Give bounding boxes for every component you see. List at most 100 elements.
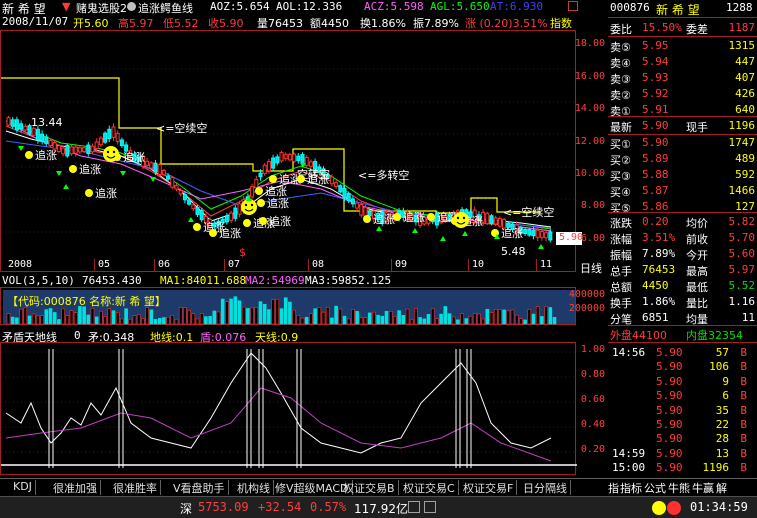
candle-body xyxy=(275,156,280,164)
candle-body xyxy=(544,232,549,239)
sell-volume: 640 xyxy=(735,103,755,116)
volume-bar xyxy=(103,316,107,325)
panel-tab[interactable]: 公式 xyxy=(644,480,666,496)
candle-body xyxy=(191,204,196,210)
stat-label: 振幅 xyxy=(610,249,632,262)
panel-tab[interactable]: 牛熊 xyxy=(668,480,690,496)
zhui-zhang-label: 追涨 xyxy=(123,150,145,164)
stat-value: 0.20 xyxy=(642,215,669,228)
panel-tab[interactable]: 指标 xyxy=(620,480,642,496)
zhui-zhang-label: 追涨 xyxy=(267,196,289,210)
osc-axis: 1.00 0.80 0.60 0.40 0.20 xyxy=(575,342,607,475)
signal-arrow-icon xyxy=(440,236,446,241)
buy-label: 买① xyxy=(610,138,631,151)
volume-bar xyxy=(443,306,448,325)
volume-bar xyxy=(372,311,376,325)
volume-bar xyxy=(233,296,238,325)
buy-label: 买③ xyxy=(610,170,631,183)
sell-label: 卖④ xyxy=(610,57,631,70)
formula-name[interactable]: 赌鬼选股2 xyxy=(76,0,127,16)
volume-bar xyxy=(409,319,414,325)
volume-bar xyxy=(166,317,170,325)
volume-bar xyxy=(65,315,70,325)
candle-body xyxy=(229,212,234,221)
price-chart-frame[interactable]: 13.44 5.48 <=空续空 <=空续空 <=多转空 空转空 追涨 追涨 追涨 追涨 追涨 追涨追… xyxy=(0,30,577,273)
volume-bar xyxy=(212,310,217,325)
bar-amount: 额4450 xyxy=(310,17,349,30)
indicator-tab[interactable]: 很准胜率 xyxy=(110,480,161,495)
candle-body xyxy=(65,144,70,157)
high-price-label: 13.44 xyxy=(31,116,63,129)
period-label[interactable]: 日线 xyxy=(580,260,602,276)
candle-body xyxy=(308,161,313,167)
panel-tab[interactable]: 解 xyxy=(716,480,727,496)
status-box-icon[interactable] xyxy=(408,501,420,513)
candle-body xyxy=(19,123,24,130)
zhui-zhang-dot-icon xyxy=(255,187,263,195)
volume-bar xyxy=(52,312,57,325)
indicator-tab[interactable]: 权证交易C xyxy=(400,480,459,495)
quote-short: 1288 xyxy=(726,1,753,14)
zhui-zhang-dot-icon xyxy=(259,217,267,225)
wei-bi-label: 委比 xyxy=(610,23,632,36)
panel-tab[interactable]: 指 xyxy=(608,480,619,496)
volume-bar xyxy=(15,317,19,325)
volume-bar xyxy=(510,309,515,325)
indicator-tab[interactable]: KDJ xyxy=(10,480,36,495)
stat-row: 涨跌 0.20 均价 5.82 xyxy=(608,214,757,230)
status-box-icon[interactable] xyxy=(424,501,436,513)
candle-body xyxy=(111,126,116,138)
volume-bar xyxy=(351,309,355,325)
sell-volume: 447 xyxy=(735,55,755,68)
signal-arrow-icon xyxy=(412,228,418,233)
price-tick: 16.00 xyxy=(574,71,605,82)
volume-bar xyxy=(376,314,380,325)
current-price-tag: 5.90 xyxy=(556,232,583,245)
indicator-tab[interactable]: V看盘助手 xyxy=(170,480,229,495)
volume-value: 76453.430 xyxy=(82,274,142,287)
osc-v0: 0 xyxy=(74,329,81,342)
indicator-name[interactable]: 追涨鳄鱼线 xyxy=(138,0,193,16)
price-tick: 6.00 xyxy=(580,233,605,244)
window-close-icon[interactable] xyxy=(568,1,578,11)
index-change: +32.54 xyxy=(258,500,302,514)
price-chart[interactable]: 13.445.48<=空续空<=空续空<=多转空空转空追涨追涨追涨追涨追涨追涨追… xyxy=(1,31,577,273)
volume-bar xyxy=(317,307,322,325)
time-divider xyxy=(308,259,309,272)
volume-bar xyxy=(27,315,32,325)
volume-ma3: MA3:59852.125 xyxy=(305,274,392,287)
indicator-tab[interactable]: 机构线 xyxy=(234,480,274,495)
panel-tab[interactable]: 牛赢 xyxy=(692,480,714,496)
sell-level: 卖③ 5.93 407 xyxy=(608,70,757,86)
signal-arrow-icon xyxy=(150,177,156,182)
zhui-zhang-label: 追涨 xyxy=(79,162,101,176)
sell-label: 卖③ xyxy=(610,73,631,86)
indicator-tab[interactable]: 很准加强 xyxy=(50,480,101,495)
volume-bar xyxy=(23,307,28,325)
volume-bar xyxy=(145,307,149,325)
volume-bar xyxy=(69,310,74,325)
chart-header: 新 希 望 ▼ 赌鬼选股2 追涨鳄鱼线 AOZ:5.654 AOL:12.336 A… xyxy=(0,0,578,16)
time-tick: 08 xyxy=(312,259,325,270)
volume-bar xyxy=(283,297,288,325)
volume-chart-frame[interactable]: 【代码:000876 名称:新 希 望】 xyxy=(0,287,576,325)
candle-body xyxy=(153,162,158,173)
volume-bar xyxy=(195,318,200,325)
last-price-row: 最新 5.90 现手 1196 xyxy=(608,118,757,134)
candle-body xyxy=(170,177,175,188)
indicator-tab[interactable]: 权证交易F xyxy=(460,480,518,495)
indicator-tab[interactable]: 日分隔线 xyxy=(520,480,571,495)
volume-bar xyxy=(124,308,128,325)
stat-value: 7.89% xyxy=(642,247,676,260)
signal-arrow-icon xyxy=(120,171,126,176)
indicator-tab[interactable]: 权证交易B xyxy=(340,480,399,495)
signal-arrow-icon xyxy=(188,217,194,222)
zhui-zhang-label: 追涨 xyxy=(95,186,117,200)
volume-bar xyxy=(346,318,351,325)
osc-chart-frame[interactable] xyxy=(0,342,577,475)
zhui-zhang-label: 追涨 xyxy=(403,210,425,224)
index-name: 深 xyxy=(180,502,193,516)
volume-bar xyxy=(380,315,385,325)
bar-open: 开5.60 xyxy=(73,17,109,30)
bar-index-link[interactable]: 指数 xyxy=(550,15,572,31)
